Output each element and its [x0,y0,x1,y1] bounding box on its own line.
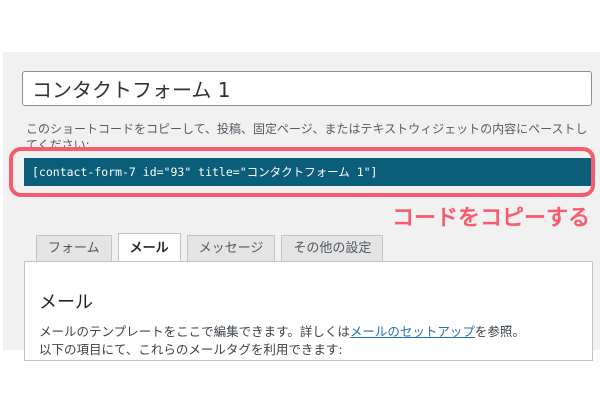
shortcode-description: このショートコードをコピーして、投稿、固定ページ、またはテキストウィジェットの内… [26,122,588,147]
screenshot-canvas: このショートコードをコピーして、投稿、固定ページ、またはテキストウィジェットの内… [0,0,600,400]
mail-intro-text: メールのテンプレートをここで編集できます。詳しくは [39,324,350,339]
mail-panel: メール メールのテンプレートをここで編集できます。詳しくはメールのセットアップを… [24,261,593,361]
tab-other-settings[interactable]: その他の設定 [281,235,384,262]
mail-panel-heading: メール [39,292,93,313]
form-title-input[interactable] [22,71,592,106]
copy-code-annotation: コードをコピーする [391,206,590,231]
highlight-frame [9,147,595,197]
mail-panel-intro: メールのテンプレートをここで編集できます。詳しくはメールのセットアップを参照。 [39,323,525,341]
mail-tags-intro: 以下の項目にて、これらのメールタグを利用できます: [39,342,343,357]
tab-messages[interactable]: メッセージ [186,235,276,262]
tab-form[interactable]: フォーム [36,235,112,262]
tab-mail[interactable]: メール [117,233,181,263]
editor-tabs: フォーム メール メッセージ その他の設定 [36,232,389,263]
mail-intro-suffix: を参照。 [474,324,525,339]
mail-setup-link[interactable]: メールのセットアップ [350,324,475,339]
